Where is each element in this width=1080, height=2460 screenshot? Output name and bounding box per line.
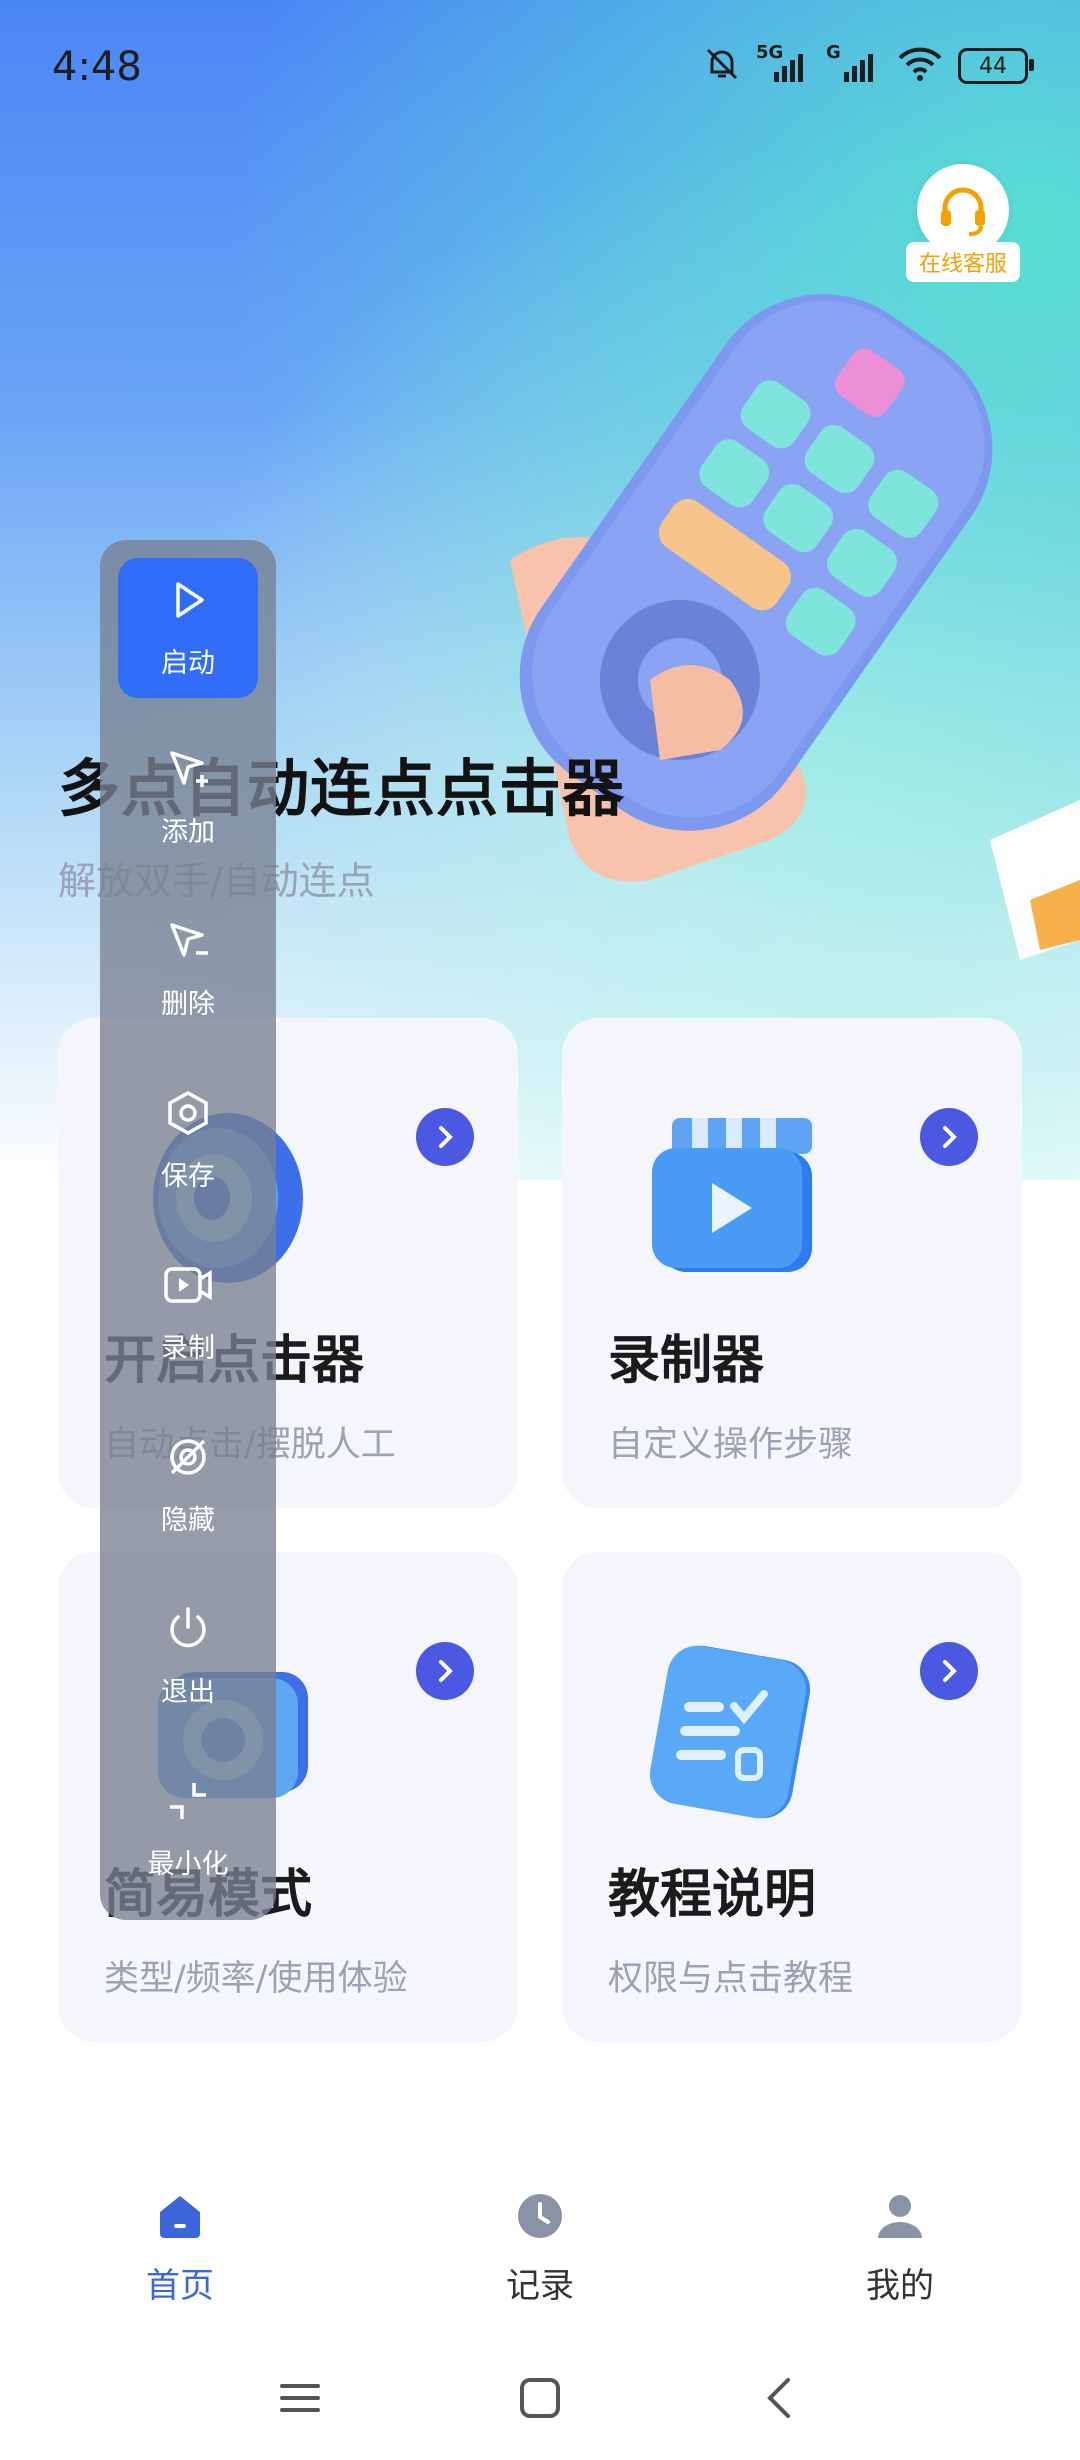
exit-button[interactable]: 退出 [100, 1582, 276, 1732]
card-subtitle: 自定义操作步骤 [608, 1425, 854, 1465]
user-icon [874, 2195, 926, 2246]
record-label: 录制 [161, 1333, 215, 1364]
battery-indicator: 44 [958, 48, 1034, 84]
status-time: 4:48 [52, 44, 142, 90]
chevron-right-icon[interactable] [416, 1108, 474, 1166]
add-button[interactable]: 添加 [100, 722, 276, 872]
mute-bell-icon [702, 44, 742, 88]
chevron-right-icon[interactable] [416, 1642, 474, 1700]
signal-5g-label: 5G [756, 42, 784, 63]
exit-label: 退出 [161, 1677, 215, 1708]
nav-records[interactable]: 记录 [440, 2190, 640, 2307]
minimize-label: 最小化 [147, 1849, 229, 1880]
card-title: 教程说明 [608, 1865, 817, 1925]
clock-icon [514, 2194, 566, 2246]
nav-profile-label: 我的 [866, 2266, 934, 2306]
system-navigation-bar [0, 2340, 1080, 2460]
nav-home-label: 首页 [146, 2266, 214, 2306]
add-label: 添加 [161, 817, 215, 848]
nav-profile[interactable]: 我的 [800, 2190, 1000, 2307]
play-icon [164, 576, 212, 631]
minimize-button[interactable]: 最小化 [100, 1754, 276, 1904]
video-record-icon [162, 1261, 214, 1316]
remote-control-illustration [510, 294, 1080, 960]
start-button[interactable]: 启动 [118, 558, 258, 698]
back-icon[interactable] [750, 2368, 810, 2428]
signal-g-label: G [826, 42, 841, 63]
card-subtitle: 权限与点击教程 [608, 1959, 854, 1999]
start-label: 启动 [161, 648, 215, 679]
home-square-icon[interactable] [510, 2368, 570, 2428]
card-title: 录制器 [608, 1331, 765, 1391]
chevron-right-icon[interactable] [920, 1108, 978, 1166]
card-subtitle: 类型/频率/使用体验 [104, 1959, 408, 1999]
card-recorder[interactable]: 录制器 自定义操作步骤 [562, 1018, 1022, 1508]
add-pointer-icon [164, 745, 212, 800]
delete-label: 删除 [161, 989, 215, 1020]
chevron-right-icon[interactable] [920, 1642, 978, 1700]
signal-5g-icon: 5G [756, 42, 812, 86]
record-button[interactable]: 录制 [100, 1238, 276, 1388]
nav-records-label: 记录 [506, 2266, 574, 2306]
nav-home[interactable]: 首页 [80, 2190, 280, 2307]
menu-icon[interactable] [270, 2368, 330, 2428]
notebook-checklist-icon [649, 1645, 811, 1819]
hide-button[interactable]: 隐藏 [100, 1410, 276, 1560]
minimize-icon [164, 1777, 212, 1832]
card-tutorial[interactable]: 教程说明 权限与点击教程 [562, 1552, 1022, 2042]
hide-label: 隐藏 [161, 1505, 215, 1536]
save-button[interactable]: 保存 [100, 1066, 276, 1216]
status-bar: 4:48 5G G 44 [0, 0, 1080, 140]
home-icon [154, 2196, 206, 2246]
eye-off-icon [164, 1433, 212, 1488]
hexagon-save-icon [164, 1089, 212, 1144]
remove-pointer-icon [164, 917, 212, 972]
status-icons: 5G G 44 [702, 42, 1034, 88]
power-icon [164, 1605, 212, 1660]
bottom-navigation: 首页 记录 我的 [0, 2150, 1080, 2330]
floating-control-panel[interactable]: 启动 添加 删除 保存 录制 隐藏 退出 最小化 [100, 540, 276, 1920]
wifi-icon [896, 44, 944, 88]
save-label: 保存 [161, 1161, 215, 1192]
signal-g-icon: G [826, 42, 882, 86]
delete-button[interactable]: 删除 [100, 894, 276, 1044]
clapperboard-icon [652, 1118, 812, 1272]
